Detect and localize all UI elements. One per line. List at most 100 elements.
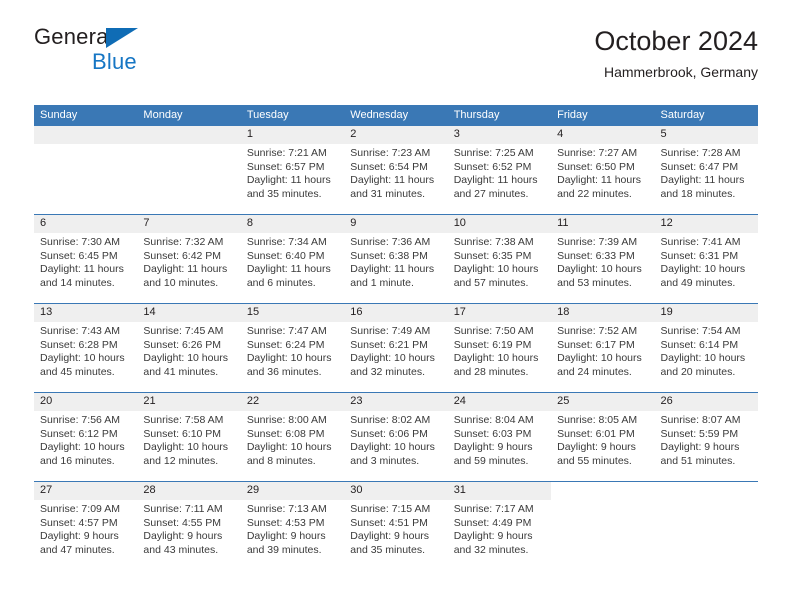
sunset-time: Sunset: 6:42 PM: [143, 249, 222, 262]
daylight-duration-line2: and 51 minutes.: [660, 454, 736, 467]
calendar-day-cell-3[interactable]: 3 Sunrise: 7:25 AM Sunset: 6:52 PM Daylight…: [447, 126, 552, 214]
calendar-weeks: 1 Sunrise: 7:21 AM Sunset: 6:57 PM Daylight…: [34, 126, 758, 570]
weekday-header-friday: Friday: [557, 109, 588, 121]
sunset-time: Sunset: 4:49 PM: [453, 516, 532, 529]
calendar-day-cell-empty: [551, 482, 655, 570]
day-details: Sunrise: 7:17 AM Sunset: 4:49 PM Daylight:…: [448, 500, 551, 557]
sunset-time: Sunset: 5:59 PM: [660, 427, 739, 440]
day-number: 30: [344, 482, 448, 500]
day-details: Sunrise: 7:58 AM Sunset: 6:10 PM Daylight:…: [137, 411, 240, 468]
daylight-duration-line2: and 22 minutes.: [557, 187, 632, 200]
calendar-day-cell-14[interactable]: 14 Sunrise: 7:45 AM Sunset: 6:26 PM Dayligh…: [137, 304, 241, 392]
calendar-day-cell-18[interactable]: 18 Sunrise: 7:52 AM Sunset: 6:17 PM Dayligh…: [551, 304, 655, 392]
day-number: 26: [654, 393, 758, 411]
day-details: [655, 500, 758, 503]
daylight-duration-line1: Daylight: 9 hours: [143, 530, 223, 543]
general-blue-logo[interactable]: General Blue: [34, 26, 164, 88]
calendar-day-cell-5[interactable]: 5 Sunrise: 7:28 AM Sunset: 6:47 PM Daylight…: [654, 126, 758, 214]
day-number: 18: [551, 304, 655, 322]
day-details: Sunrise: 8:00 AM Sunset: 6:08 PM Daylight:…: [241, 411, 344, 468]
calendar-day-cell-16[interactable]: 16 Sunrise: 7:49 AM Sunset: 6:21 PM Dayligh…: [344, 304, 448, 392]
daylight-duration-line1: Daylight: 10 hours: [143, 352, 229, 365]
calendar-day-cell-10[interactable]: 10 Sunrise: 7:38 AM Sunset: 6:35 PM Dayligh…: [447, 215, 552, 303]
calendar-day-cell-23[interactable]: 23 Sunrise: 8:02 AM Sunset: 6:06 PM Dayligh…: [344, 393, 448, 481]
day-number: 4: [551, 126, 655, 144]
daylight-duration-line1: Daylight: 9 hours: [557, 441, 636, 454]
calendar-day-cell-22[interactable]: 22 Sunrise: 8:00 AM Sunset: 6:08 PM Dayligh…: [240, 393, 345, 481]
day-details: [34, 144, 137, 147]
calendar-day-cell-empty: [137, 126, 241, 214]
sunrise-time: Sunrise: 7:49 AM: [350, 325, 431, 337]
calendar-day-cell-9[interactable]: 9 Sunrise: 7:36 AM Sunset: 6:38 PM Daylight…: [344, 215, 448, 303]
calendar-day-cell-6[interactable]: 6 Sunrise: 7:30 AM Sunset: 6:45 PM Daylight…: [34, 215, 138, 303]
calendar-day-cell-19[interactable]: 19 Sunrise: 7:54 AM Sunset: 6:14 PM Dayligh…: [654, 304, 758, 392]
sunrise-time: Sunrise: 8:05 AM: [557, 414, 638, 426]
calendar-day-cell-27[interactable]: 27 Sunrise: 7:09 AM Sunset: 4:57 PM Dayligh…: [34, 482, 138, 570]
day-number: 21: [137, 393, 241, 411]
sunrise-time: Sunrise: 7:58 AM: [143, 414, 224, 426]
calendar-day-cell-7[interactable]: 7 Sunrise: 7:32 AM Sunset: 6:42 PM Daylight…: [137, 215, 241, 303]
calendar-day-cell-24[interactable]: 24 Sunrise: 8:04 AM Sunset: 6:03 PM Dayligh…: [447, 393, 552, 481]
daylight-duration-line2: and 43 minutes.: [143, 543, 219, 556]
day-number: 15: [240, 304, 345, 322]
day-details: Sunrise: 7:11 AM Sunset: 4:55 PM Daylight:…: [137, 500, 240, 557]
daylight-duration-line2: and 36 minutes.: [246, 365, 322, 378]
day-number: [137, 126, 241, 144]
calendar-day-cell-31[interactable]: 31 Sunrise: 7:17 AM Sunset: 4:49 PM Dayligh…: [447, 482, 552, 570]
logo-text-general: General: [34, 24, 114, 49]
daylight-duration-line2: and 20 minutes.: [660, 365, 736, 378]
daylight-duration-line2: and 57 minutes.: [453, 276, 529, 289]
weekday-header-monday: Monday: [143, 109, 183, 121]
daylight-duration-line2: and 12 minutes.: [143, 454, 219, 467]
sunset-time: Sunset: 6:40 PM: [246, 249, 325, 262]
day-details: Sunrise: 8:02 AM Sunset: 6:06 PM Daylight:…: [344, 411, 447, 468]
sunrise-time: Sunrise: 7:32 AM: [143, 236, 224, 248]
calendar-week-row: 1 Sunrise: 7:21 AM Sunset: 6:57 PM Daylight…: [34, 126, 758, 214]
calendar-day-cell-8[interactable]: 8 Sunrise: 7:34 AM Sunset: 6:40 PM Daylight…: [240, 215, 345, 303]
daylight-duration-line2: and 35 minutes.: [246, 187, 322, 200]
day-number: 25: [551, 393, 655, 411]
sunrise-time: Sunrise: 7:27 AM: [557, 147, 638, 159]
daylight-duration-line1: Daylight: 11 hours: [40, 263, 124, 276]
sunset-time: Sunset: 6:03 PM: [453, 427, 532, 440]
day-details: Sunrise: 7:30 AM Sunset: 6:45 PM Daylight:…: [34, 233, 137, 290]
day-number: 24: [447, 393, 552, 411]
calendar-day-cell-20[interactable]: 20 Sunrise: 7:56 AM Sunset: 6:12 PM Dayligh…: [34, 393, 138, 481]
calendar-day-cell-13[interactable]: 13 Sunrise: 7:43 AM Sunset: 6:28 PM Dayligh…: [34, 304, 138, 392]
sunrise-time: Sunrise: 7:17 AM: [453, 503, 534, 515]
sunset-time: Sunset: 6:14 PM: [660, 338, 739, 351]
calendar-page: General Blue October 2024 Hammerbrook, G…: [0, 0, 792, 612]
calendar-day-cell-26[interactable]: 26 Sunrise: 8:07 AM Sunset: 5:59 PM Dayligh…: [654, 393, 758, 481]
day-number: 28: [137, 482, 241, 500]
sunrise-time: Sunrise: 7:39 AM: [557, 236, 638, 248]
calendar-day-cell-29[interactable]: 29 Sunrise: 7:13 AM Sunset: 4:53 PM Dayligh…: [240, 482, 345, 570]
calendar-day-cell-4[interactable]: 4 Sunrise: 7:27 AM Sunset: 6:50 PM Daylight…: [551, 126, 655, 214]
calendar-day-cell-30[interactable]: 30 Sunrise: 7:15 AM Sunset: 4:51 PM Dayligh…: [344, 482, 448, 570]
sunrise-time: Sunrise: 7:36 AM: [350, 236, 431, 248]
day-number: 8: [240, 215, 345, 233]
calendar-day-cell-25[interactable]: 25 Sunrise: 8:05 AM Sunset: 6:01 PM Dayligh…: [551, 393, 655, 481]
day-number: 27: [34, 482, 138, 500]
daylight-duration-line2: and 31 minutes.: [350, 187, 425, 200]
calendar-day-cell-21[interactable]: 21 Sunrise: 7:58 AM Sunset: 6:10 PM Dayligh…: [137, 393, 241, 481]
daylight-duration-line1: Daylight: 10 hours: [246, 441, 332, 454]
daylight-duration-line2: and 3 minutes.: [350, 454, 420, 467]
daylight-duration-line2: and 1 minute.: [350, 276, 414, 289]
sunset-time: Sunset: 6:35 PM: [453, 249, 532, 262]
calendar-day-cell-17[interactable]: 17 Sunrise: 7:50 AM Sunset: 6:19 PM Dayligh…: [447, 304, 552, 392]
calendar-day-cell-1[interactable]: 1 Sunrise: 7:21 AM Sunset: 6:57 PM Daylight…: [240, 126, 345, 214]
daylight-duration-line2: and 27 minutes.: [453, 187, 529, 200]
calendar-day-cell-2[interactable]: 2 Sunrise: 7:23 AM Sunset: 6:54 PM Daylight…: [344, 126, 448, 214]
calendar-grid: Sunday Monday Tuesday Wednesday Thursday Frid…: [34, 105, 758, 570]
calendar-day-cell-12[interactable]: 12 Sunrise: 7:41 AM Sunset: 6:31 PM Dayligh…: [654, 215, 758, 303]
daylight-duration-line2: and 28 minutes.: [453, 365, 529, 378]
daylight-duration-line1: Daylight: 9 hours: [246, 530, 326, 543]
calendar-day-cell-28[interactable]: 28 Sunrise: 7:11 AM Sunset: 4:55 PM Dayligh…: [137, 482, 241, 570]
day-number: 11: [551, 215, 655, 233]
title-block: October 2024 Hammerbrook, Germany: [594, 26, 758, 81]
calendar-day-cell-15[interactable]: 15 Sunrise: 7:47 AM Sunset: 6:24 PM Dayligh…: [240, 304, 345, 392]
calendar-day-cell-11[interactable]: 11 Sunrise: 7:39 AM Sunset: 6:33 PM Dayligh…: [551, 215, 655, 303]
daylight-duration-line1: Daylight: 11 hours: [453, 174, 538, 187]
sunset-time: Sunset: 6:17 PM: [557, 338, 635, 351]
sunset-time: Sunset: 6:33 PM: [557, 249, 635, 262]
